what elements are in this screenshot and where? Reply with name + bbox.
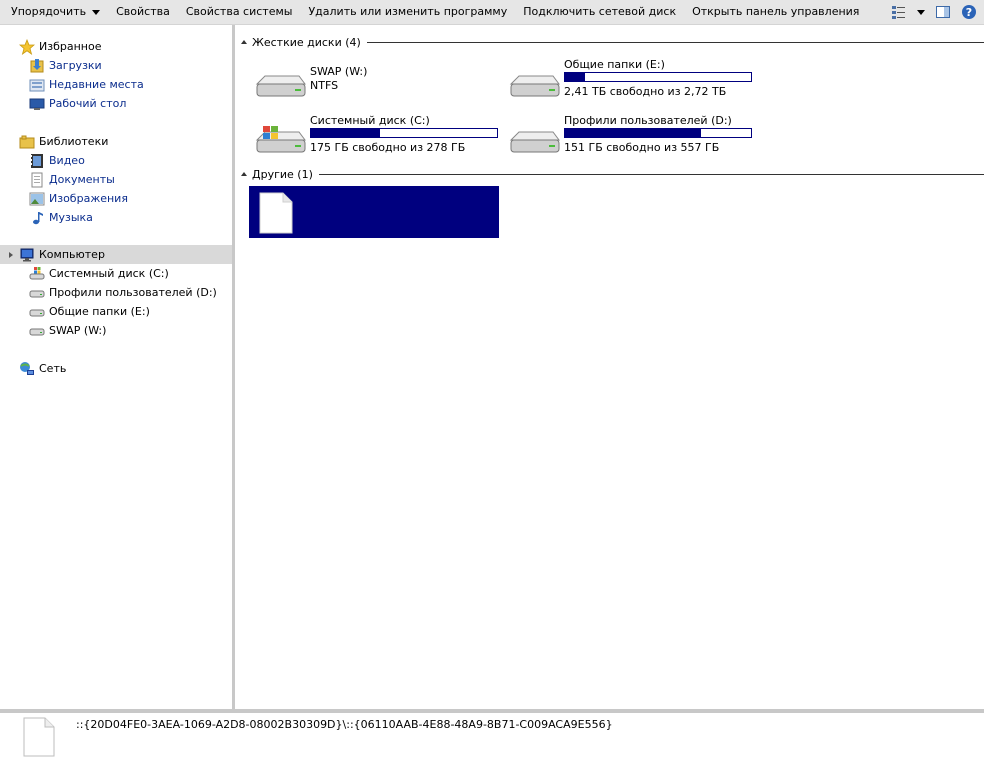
nav-libraries-label: Библиотеки — [39, 135, 109, 148]
desktop-icon — [29, 96, 45, 112]
drive-tile-d[interactable]: Профили пользователей (D:) 151 ГБ свобод… — [495, 111, 752, 158]
drive-info: 2,41 ТБ свободно из 2,72 ТБ — [564, 85, 727, 98]
collapse-arrow-icon[interactable] — [241, 172, 247, 176]
drive-name: Общие папки (E:) — [564, 58, 665, 71]
properties-button[interactable]: Свойства — [108, 0, 178, 24]
documents-icon — [29, 172, 45, 188]
map-network-drive-button[interactable]: Подключить сетевой диск — [515, 0, 684, 24]
nav-item-drive-w[interactable]: SWAP (W:) — [0, 321, 232, 340]
nav-network[interactable]: Сеть — [0, 359, 232, 378]
svg-text:?: ? — [966, 6, 972, 19]
drive-name: Системный диск (C:) — [310, 114, 430, 127]
nav-item-label: Системный диск (C:) — [49, 267, 169, 280]
drive-name: SWAP (W:) — [310, 65, 368, 78]
group-header-other[interactable]: Другие (1) — [241, 167, 984, 181]
view-options-icon[interactable] — [888, 1, 910, 23]
nav-computer-label: Компьютер — [39, 248, 105, 261]
group-divider — [366, 41, 984, 43]
nav-item-documents[interactable]: Документы — [0, 170, 232, 189]
drive-usage-bar — [564, 128, 752, 138]
group-divider — [318, 173, 984, 175]
organize-label: Упорядочить — [11, 5, 87, 18]
nav-item-downloads[interactable]: Загрузки — [0, 56, 232, 75]
nav-item-label: Музыка — [49, 211, 93, 224]
nav-item-label: SWAP (W:) — [49, 324, 107, 337]
nav-item-video[interactable]: Видео — [0, 151, 232, 170]
chevron-right-icon[interactable] — [9, 251, 13, 258]
group-header-hard-drives[interactable]: Жесткие диски (4) — [241, 35, 984, 49]
details-pane: ::{20D04FE0-3AEA-1069-A2D8-08002B30309D}… — [0, 709, 984, 758]
nav-computer[interactable]: Компьютер — [0, 245, 232, 264]
nav-item-drive-e[interactable]: Общие папки (E:) — [0, 302, 232, 321]
drive-icon — [29, 304, 45, 320]
selected-unknown-item[interactable] — [249, 186, 499, 238]
chevron-down-icon — [917, 9, 925, 15]
nav-item-label: Видео — [49, 154, 85, 167]
details-item-path: ::{20D04FE0-3AEA-1069-A2D8-08002B30309D}… — [76, 718, 613, 731]
system-properties-button[interactable]: Свойства системы — [178, 0, 301, 24]
blank-document-icon — [23, 717, 55, 760]
nav-network-label: Сеть — [39, 362, 67, 375]
drive-icon — [29, 323, 45, 339]
drive-usage-fill — [311, 129, 380, 137]
nav-favorites-label: Избранное — [39, 40, 102, 53]
nav-item-label: Общие папки (E:) — [49, 305, 150, 318]
nav-item-label: Недавние места — [49, 78, 144, 91]
open-control-panel-button[interactable]: Открыть панель управления — [684, 0, 867, 24]
libraries-icon — [19, 134, 35, 150]
chevron-down-icon — [92, 9, 101, 15]
pictures-icon — [29, 191, 45, 207]
video-icon — [29, 153, 45, 169]
nav-item-music[interactable]: Музыка — [0, 208, 232, 227]
nav-libraries[interactable]: Библиотеки — [0, 132, 232, 151]
group-header-label: Другие (1) — [252, 167, 313, 181]
nav-favorites[interactable]: Избранное — [0, 37, 232, 56]
nav-item-pictures[interactable]: Изображения — [0, 189, 232, 208]
drive-tile-w[interactable]: SWAP (W:) NTFS — [241, 62, 491, 108]
view-dropdown-button[interactable] — [914, 1, 928, 23]
nav-item-label: Изображения — [49, 192, 128, 205]
nav-item-label: Документы — [49, 173, 115, 186]
drive-usage-fill — [565, 129, 701, 137]
nav-item-drive-c[interactable]: Системный диск (C:) — [0, 264, 232, 283]
drive-tile-c[interactable]: Системный диск (C:) 175 ГБ свободно из 2… — [241, 111, 498, 158]
collapse-arrow-icon[interactable] — [241, 40, 247, 44]
group-header-label: Жесткие диски (4) — [252, 35, 361, 49]
drive-usage-fill — [565, 73, 586, 81]
toolbar-right-controls: ? — [884, 0, 984, 24]
computer-icon — [19, 247, 35, 263]
preview-pane-icon[interactable] — [932, 1, 954, 23]
organize-button[interactable]: Упорядочить — [0, 0, 108, 24]
blank-document-icon — [259, 192, 293, 237]
drive-tile-e[interactable]: Общие папки (E:) 2,41 ТБ свободно из 2,7… — [495, 55, 752, 102]
drive-info: 175 ГБ свободно из 278 ГБ — [310, 141, 466, 154]
system-drive-icon — [253, 126, 307, 158]
nav-item-recent-places[interactable]: Недавние места — [0, 75, 232, 94]
drive-icon — [253, 70, 307, 102]
content-area: Жесткие диски (4) SWAP (W:) NTFS Общие п… — [235, 25, 984, 709]
music-icon — [29, 210, 45, 226]
drive-icon — [507, 70, 561, 102]
navigation-pane: Избранное Загрузки Недавние места Рабочи… — [0, 25, 235, 709]
uninstall-program-button[interactable]: Удалить или изменить программу — [300, 0, 515, 24]
help-icon[interactable]: ? — [958, 1, 980, 23]
drive-usage-bar — [564, 72, 752, 82]
drive-info: 151 ГБ свободно из 557 ГБ — [564, 141, 720, 154]
drive-usage-bar — [310, 128, 498, 138]
network-icon — [19, 361, 35, 377]
downloads-folder-icon — [29, 58, 45, 74]
recent-places-icon — [29, 77, 45, 93]
drive-info: NTFS — [310, 79, 339, 92]
nav-item-desktop[interactable]: Рабочий стол — [0, 94, 232, 113]
system-drive-icon — [29, 266, 45, 282]
drive-name: Профили пользователей (D:) — [564, 114, 732, 127]
nav-item-label: Рабочий стол — [49, 97, 127, 110]
command-bar: Упорядочить Свойства Свойства системы Уд… — [0, 0, 984, 25]
drive-icon — [507, 126, 561, 158]
drive-icon — [29, 285, 45, 301]
nav-item-drive-d[interactable]: Профили пользователей (D:) — [0, 283, 232, 302]
star-icon — [19, 38, 35, 55]
nav-item-label: Профили пользователей (D:) — [49, 286, 217, 299]
nav-item-label: Загрузки — [49, 59, 102, 72]
